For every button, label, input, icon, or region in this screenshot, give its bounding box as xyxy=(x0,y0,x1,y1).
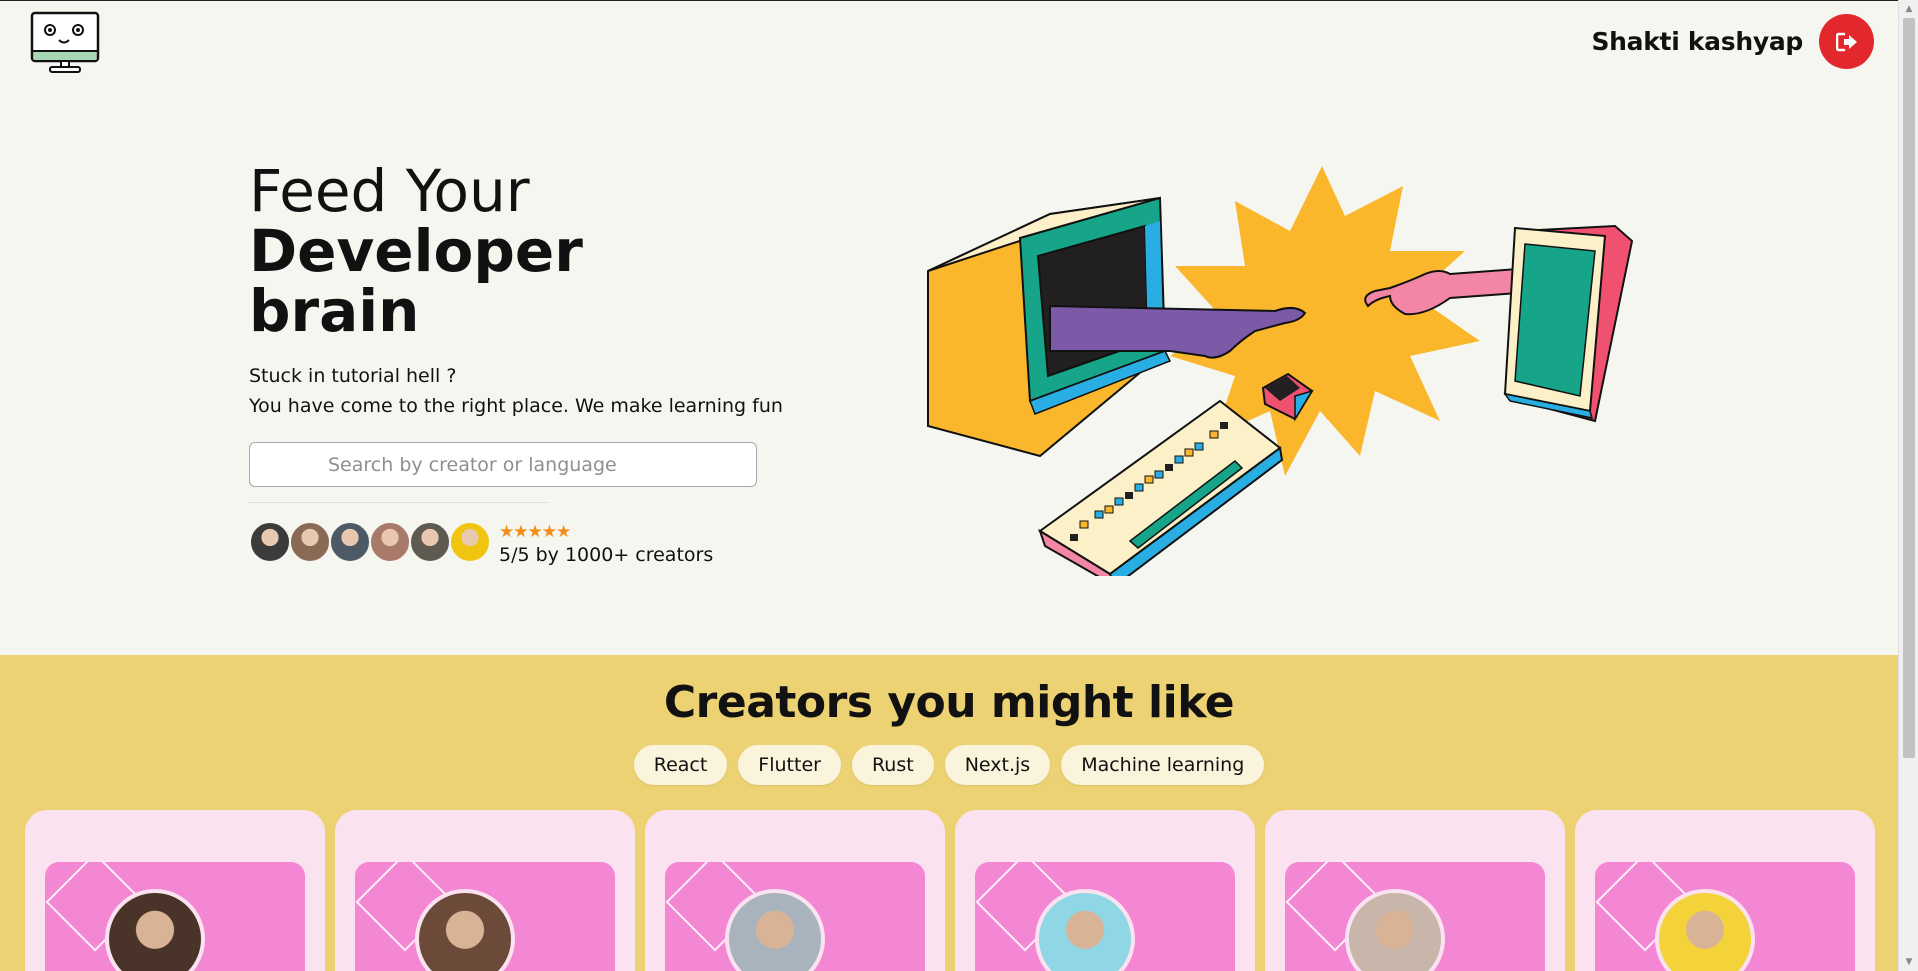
creators-title-regular: Creators xyxy=(663,677,873,728)
tag-nextjs[interactable]: Next.js xyxy=(944,745,1051,785)
scroll-down-icon[interactable]: ▼ xyxy=(1899,953,1918,971)
divider xyxy=(249,502,549,503)
creator-card[interactable] xyxy=(955,810,1255,971)
creator-card[interactable] xyxy=(1575,810,1875,971)
user-area: Shakti kashyap xyxy=(1591,14,1874,69)
creator-card[interactable] xyxy=(1265,810,1565,971)
tag-rust[interactable]: Rust xyxy=(851,745,934,785)
scroll-up-icon[interactable]: ▲ xyxy=(1899,0,1918,18)
tag-machine-learning[interactable]: Machine learning xyxy=(1061,745,1265,785)
page: Shakti kashyap Feed Your Developer brain… xyxy=(0,0,1898,971)
hero-title-line3: brain xyxy=(249,277,420,345)
hero-subtitle: Stuck in tutorial hell ? You have come t… xyxy=(249,361,783,421)
avatar xyxy=(289,521,331,563)
logout-icon xyxy=(1835,32,1857,51)
hero-title-line1: Feed Your xyxy=(249,157,530,225)
tag-flutter[interactable]: Flutter xyxy=(738,745,841,785)
creator-card[interactable] xyxy=(25,810,325,971)
vertical-scrollbar[interactable]: ▲ ▼ xyxy=(1898,0,1918,971)
tag-filters: React Flutter Rust Next.js Machine learn… xyxy=(0,745,1898,785)
monitor-face-icon[interactable] xyxy=(30,11,100,75)
creators-title: Creators you might like xyxy=(0,677,1898,728)
avatar xyxy=(369,521,411,563)
creators-section: Creators you might like React Flutter Ru… xyxy=(0,655,1898,971)
rating: ★★★★★ 5/5 by 1000+ creators xyxy=(499,522,713,566)
tag-react[interactable]: React xyxy=(633,745,728,785)
avatar xyxy=(449,521,491,563)
creator-avatars xyxy=(249,521,491,563)
rating-text: 5/5 by 1000+ creators xyxy=(499,544,714,566)
creators-title-bold: you might like xyxy=(887,677,1235,728)
creator-card[interactable] xyxy=(645,810,945,971)
avatar xyxy=(249,521,291,563)
logout-button[interactable] xyxy=(1819,14,1874,69)
hero-illustration xyxy=(920,156,1660,589)
hero-title: Feed Your Developer brain xyxy=(249,161,583,341)
creator-card[interactable] xyxy=(335,810,635,971)
hero-subtitle-line2: You have come to the right place. We mak… xyxy=(249,395,783,417)
avatar xyxy=(409,521,451,563)
star-rating-icon: ★★★★★ xyxy=(499,522,571,542)
search-input[interactable] xyxy=(249,442,757,487)
hero-title-line2: Developer xyxy=(249,217,583,285)
hero-subtitle-line1: Stuck in tutorial hell ? xyxy=(249,365,457,387)
scrollbar-thumb[interactable] xyxy=(1903,18,1915,758)
user-name: Shakti kashyap xyxy=(1591,27,1803,56)
creator-cards xyxy=(25,810,1875,971)
avatar xyxy=(329,521,371,563)
